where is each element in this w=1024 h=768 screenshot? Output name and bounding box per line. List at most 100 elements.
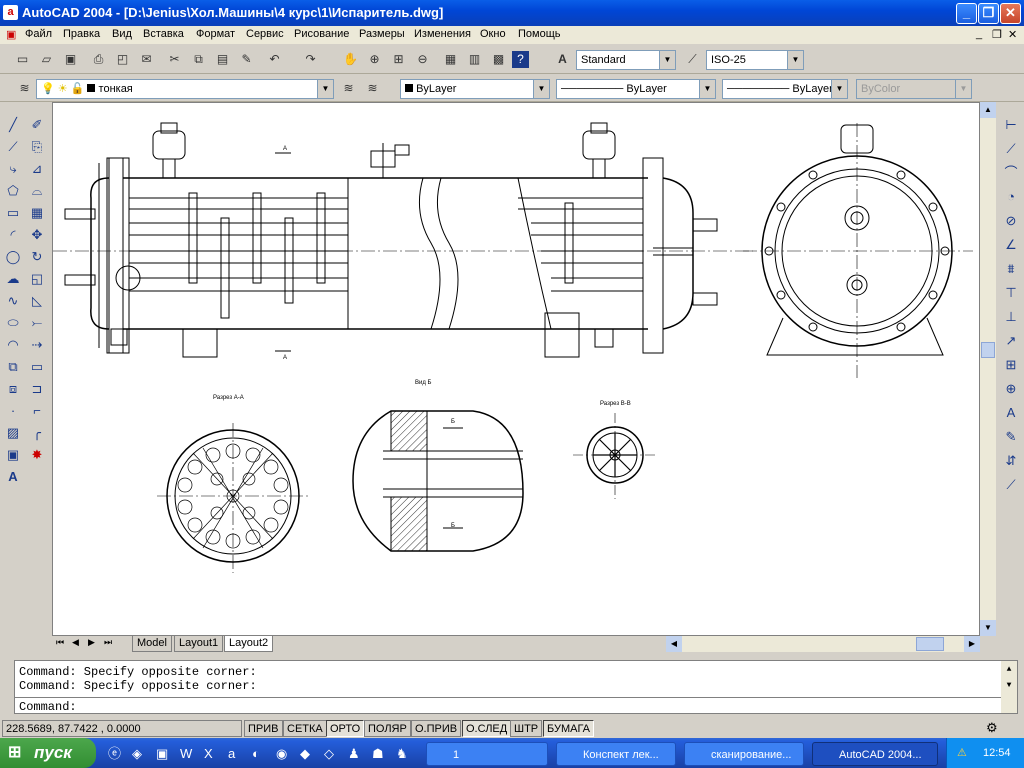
paper-button[interactable]: БУМАГА xyxy=(543,720,595,737)
make-current-layer-icon[interactable]: ≋ xyxy=(338,78,359,98)
polyline-icon[interactable]: ⤷ xyxy=(2,158,24,179)
redo-icon[interactable]: ↷ xyxy=(300,49,321,69)
mtext-icon[interactable]: A xyxy=(2,466,24,487)
lineweight-select[interactable]: ──────── ByLayer ▼ xyxy=(722,79,848,99)
zoom-previous-icon[interactable]: ⊖ xyxy=(412,49,433,69)
snap-button[interactable]: ПРИВ xyxy=(244,720,283,737)
quick-dim-icon[interactable]: ⩩ xyxy=(1000,258,1022,279)
hscroll-thumb[interactable] xyxy=(916,637,944,651)
region-icon[interactable]: ▣ xyxy=(2,444,24,465)
menu-edit[interactable]: Правка xyxy=(63,28,100,40)
doc-close-button[interactable]: ✕ xyxy=(1008,28,1017,41)
document-icon[interactable]: ▣ xyxy=(6,28,16,41)
doc-restore-button[interactable]: ❐ xyxy=(992,28,1002,41)
pan-icon[interactable]: ✋ xyxy=(340,49,361,69)
explode-icon[interactable]: ✸ xyxy=(26,444,48,465)
word-icon[interactable]: W xyxy=(180,742,192,766)
layer-manager-icon[interactable]: ≋ xyxy=(14,78,35,98)
tab-layout2[interactable]: Layout2 xyxy=(224,636,274,652)
excel-icon[interactable]: X xyxy=(204,742,213,766)
color-select[interactable]: ByLayer ▼ xyxy=(400,79,550,99)
match-properties-icon[interactable]: ✎ xyxy=(236,49,257,69)
dim-style-select[interactable]: ISO-25 ▼ xyxy=(706,50,804,70)
new-icon[interactable]: ▭ xyxy=(12,49,33,69)
horizontal-scrollbar[interactable]: ◀ ▶ xyxy=(666,636,980,652)
dim-edit-icon[interactable]: A xyxy=(1000,402,1022,423)
baseline-dim-icon[interactable]: ⊤ xyxy=(1000,282,1022,303)
copy-object-icon[interactable]: ⎘ xyxy=(26,136,48,157)
erase-icon[interactable]: ✐ xyxy=(26,114,48,135)
clock[interactable]: 12:54 xyxy=(983,738,1011,768)
offset-icon[interactable]: ⌓ xyxy=(26,180,48,201)
explorer-icon[interactable]: ▣ xyxy=(156,742,168,766)
task-scanning[interactable]: сканирование... xyxy=(684,742,804,766)
revcloud-icon[interactable]: ☁ xyxy=(2,268,24,289)
break-icon[interactable]: ▭ xyxy=(26,356,48,377)
app4-icon[interactable]: ♟ xyxy=(348,742,360,766)
ortho-button[interactable]: ОРТО xyxy=(326,720,365,737)
zoom-realtime-icon[interactable]: ⊕ xyxy=(364,49,385,69)
scroll-right-icon[interactable]: ▶ xyxy=(964,636,980,652)
help-icon[interactable]: ? xyxy=(512,51,529,68)
save-icon[interactable]: ▣ xyxy=(60,49,81,69)
extend-icon[interactable]: ⇢ xyxy=(26,334,48,355)
scroll-left-icon[interactable]: ◀ xyxy=(666,636,682,652)
lineweight-button[interactable]: ШТР xyxy=(510,720,543,737)
move-icon[interactable]: ✥ xyxy=(26,224,48,245)
menu-insert[interactable]: Вставка xyxy=(143,28,184,40)
vertical-scrollbar[interactable]: ▲ ▼ xyxy=(980,102,996,636)
dim-style-icon[interactable]: ⟋ xyxy=(1000,474,1022,495)
polygon-icon[interactable]: ⬠ xyxy=(2,180,24,201)
app2-icon[interactable]: ◆ xyxy=(300,742,310,766)
otrack-button[interactable]: О.СЛЕД xyxy=(462,720,512,737)
xline-icon[interactable]: ⟋ xyxy=(2,136,24,157)
text-style-icon[interactable]: A xyxy=(552,49,573,69)
linear-dim-icon[interactable]: ⊢ xyxy=(1000,114,1022,135)
properties-icon[interactable]: ▦ xyxy=(440,49,461,69)
plotstyle-select[interactable]: ByColor ▼ xyxy=(856,79,972,99)
fillet-icon[interactable]: ╭ xyxy=(26,422,48,443)
center-mark-icon[interactable]: ⊕ xyxy=(1000,378,1022,399)
paste-icon[interactable]: ▤ xyxy=(212,49,233,69)
app5-icon[interactable]: ☗ xyxy=(372,742,384,766)
warning-icon[interactable]: ⚠ xyxy=(957,738,967,768)
zoom-window-icon[interactable]: ⊞ xyxy=(388,49,409,69)
layer-previous-icon[interactable]: ≋ xyxy=(362,78,383,98)
scroll-up-icon[interactable]: ▲ xyxy=(980,102,996,118)
drawing-canvas[interactable]: Разрез А-А Вид Б Разрез В-В А А Б Б xyxy=(52,102,980,636)
menu-window[interactable]: Окно xyxy=(480,28,506,40)
print-icon[interactable]: ⎙ xyxy=(88,49,109,69)
tab-model[interactable]: Model xyxy=(132,636,172,652)
ellipse-arc-icon[interactable]: ◠ xyxy=(2,334,24,355)
open-icon[interactable]: ▱ xyxy=(36,49,57,69)
scroll-down-icon[interactable]: ▼ xyxy=(980,620,996,636)
media-icon[interactable]: ◐ xyxy=(252,742,260,766)
ellipse-icon[interactable]: ⬭ xyxy=(2,312,24,333)
make-block-icon[interactable]: ⧈ xyxy=(2,378,24,399)
osnap-button[interactable]: О.ПРИВ xyxy=(411,720,462,737)
stretch-icon[interactable]: ◺ xyxy=(26,290,48,311)
menu-view[interactable]: Вид xyxy=(112,28,132,40)
continue-dim-icon[interactable]: ⊥ xyxy=(1000,306,1022,327)
tolerance-icon[interactable]: ⊞ xyxy=(1000,354,1022,375)
rectangle-icon[interactable]: ▭ xyxy=(2,202,24,223)
task-folder[interactable]: 1 xyxy=(426,742,548,766)
first-tab-icon[interactable]: ⏮ xyxy=(56,637,64,648)
start-button[interactable]: ⊞ пуск xyxy=(0,738,96,768)
preview-icon[interactable]: ◰ xyxy=(112,49,133,69)
tab-layout1[interactable]: Layout1 xyxy=(174,636,224,652)
desktop-icon[interactable]: ◈ xyxy=(132,742,142,766)
doc-minimize-button[interactable]: _ xyxy=(976,28,982,40)
leader-icon[interactable]: ↗ xyxy=(1000,330,1022,351)
coordinates-display[interactable]: 228.5689, 87.7422 , 0.0000 xyxy=(2,720,242,737)
polar-button[interactable]: ПОЛЯР xyxy=(364,720,411,737)
point-icon[interactable]: · xyxy=(2,400,24,421)
arc-length-icon[interactable]: ⌒ xyxy=(1000,162,1022,183)
menu-modify[interactable]: Изменения xyxy=(414,28,471,40)
command-window[interactable]: Command: Specify opposite corner: Comman… xyxy=(14,660,1018,714)
menu-tools[interactable]: Сервис xyxy=(246,28,284,40)
scroll-down-icon[interactable]: ▼ xyxy=(1001,681,1017,690)
diameter-dim-icon[interactable]: ⊘ xyxy=(1000,210,1022,231)
insert-block-icon[interactable]: ⧉ xyxy=(2,356,24,377)
next-tab-icon[interactable]: ▶ xyxy=(88,637,95,648)
